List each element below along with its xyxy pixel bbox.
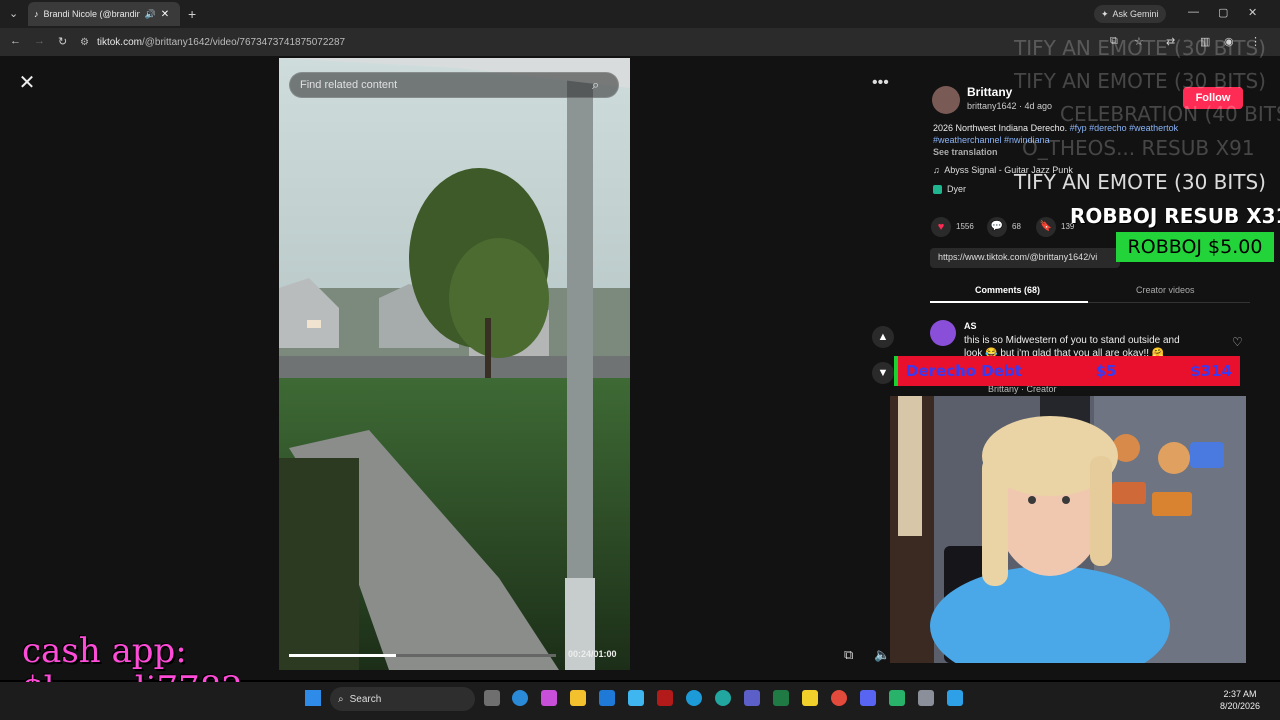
tab-creator-videos[interactable]: Creator videos <box>1136 285 1195 295</box>
clock-date: 8/20/2026 <box>1219 701 1261 711</box>
picture-in-picture-icon[interactable]: ⧉ <box>844 647 853 663</box>
search-placeholder: Find related content <box>300 79 398 91</box>
commenter-avatar[interactable] <box>930 320 956 346</box>
minimize-icon[interactable]: — <box>1188 6 1199 18</box>
bits-donation-badge: ROBBOJ $5.00 <box>1116 232 1274 262</box>
outlook-icon[interactable] <box>599 690 615 706</box>
find-related-search[interactable]: Find related content ⌕ <box>289 72 619 98</box>
taskbar-search[interactable]: ⌕ Search <box>330 687 475 711</box>
edge-browser-icon[interactable] <box>512 690 528 706</box>
url-bar[interactable]: ⚙ tiktok.com/@brittany1642/video/7673473… <box>80 32 1020 52</box>
chrome-icon[interactable] <box>831 690 847 706</box>
webcam-frame <box>890 396 1246 663</box>
search-icon[interactable]: ⌕ <box>592 77 599 93</box>
resub-alert: ROBBOJ RESUB X31 <box>1070 204 1280 228</box>
author-avatar[interactable] <box>932 86 960 114</box>
ask-gemini-button[interactable]: ✦ Ask Gemini <box>1094 5 1166 23</box>
excel-icon[interactable] <box>773 690 789 706</box>
settings-icon[interactable] <box>918 690 934 706</box>
alert-feed-line-5: TIFY AN EMOTE (30 BITS) <box>1014 170 1266 194</box>
back-icon[interactable]: ← <box>10 35 21 47</box>
app-c-icon[interactable] <box>686 690 702 706</box>
next-video-chevron-down-icon[interactable]: ▼ <box>872 362 894 384</box>
more-options-icon[interactable]: ••• <box>872 74 889 92</box>
video-player[interactable] <box>279 58 630 670</box>
alert-feed-line-3: CELEBRATION (40 BITS) <box>1060 102 1280 126</box>
tab-title: Brandi Nicole (@brandinic... <box>43 9 140 19</box>
url-host: tiktok.com <box>96 36 142 48</box>
window-close-icon[interactable]: ✕ <box>1248 6 1257 19</box>
location-label: Dyer <box>947 184 967 194</box>
url-path: /@brittany1642/video/7673473741875072287 <box>141 36 346 48</box>
alert-feed-line-1: TIFY AN EMOTE (30 BITS) <box>1014 36 1266 60</box>
ask-gemini-label: Ask Gemini <box>1112 9 1159 19</box>
bookmark-save-icon[interactable]: 🔖 <box>1036 217 1056 237</box>
copilot-icon[interactable] <box>541 690 557 706</box>
alert-feed-line-4: O_THEOS... RESUB X91 <box>1022 136 1255 160</box>
store-icon[interactable] <box>628 690 644 706</box>
taskbar-clock[interactable]: 2:37 AM 8/20/2026 <box>1208 688 1272 712</box>
comment-text-1: this is so Midwestern of you to stand ou… <box>964 335 1180 346</box>
file-explorer-icon[interactable] <box>570 690 586 706</box>
app-blue-icon[interactable] <box>947 690 963 706</box>
like-heart-icon[interactable]: ♥ <box>931 217 951 237</box>
share-link-field[interactable]: https://www.tiktok.com/@brittany1642/vi <box>930 248 1120 268</box>
clock-time: 2:37 AM <box>1223 689 1257 699</box>
windows-start-icon[interactable] <box>305 690 321 706</box>
site-info-icon[interactable]: ⚙ <box>80 37 89 48</box>
author-handle[interactable]: brittany1642 · 4d ago <box>967 101 1052 111</box>
cashapp-label: cash app: <box>22 631 187 671</box>
browser-tab[interactable]: ♪ Brandi Nicole (@brandinic... 🔊 ✕ <box>28 2 180 26</box>
author-name[interactable]: Brittany <box>967 85 1012 99</box>
comment-like-icon[interactable]: ♡ <box>1232 335 1243 349</box>
tab-list-chevron-icon[interactable]: ⌄ <box>9 7 18 20</box>
app-red-icon[interactable] <box>657 690 673 706</box>
tab-comments[interactable]: Comments (68) <box>975 285 1040 295</box>
see-translation-link[interactable]: See translation <box>933 147 998 157</box>
tab-audio-icon[interactable]: 🔊 <box>145 9 156 20</box>
comments-count: 68 <box>1012 222 1021 231</box>
comment-bubble-icon[interactable]: 💬 <box>987 217 1007 237</box>
video-timecode: 00:24/01:00 <box>568 649 617 659</box>
todo-icon[interactable] <box>802 690 818 706</box>
alert-feed-line-2: TIFY AN EMOTE (30 BITS) <box>1014 69 1266 93</box>
gemini-sparkle-icon: ✦ <box>1101 8 1109 19</box>
volume-icon[interactable]: 🔈 <box>874 647 890 663</box>
previous-video-chevron-up-icon[interactable]: ▲ <box>872 326 894 348</box>
donation-total: $314 <box>1190 362 1232 380</box>
forward-icon[interactable]: → <box>34 35 45 47</box>
likes-count: 1556 <box>956 222 974 231</box>
active-tab-indicator <box>930 301 1088 303</box>
music-note-icon: ♫ <box>933 165 940 175</box>
app-green-icon[interactable] <box>889 690 905 706</box>
teams-icon[interactable] <box>744 690 760 706</box>
taskbar-search-label: Search <box>349 693 382 705</box>
new-tab-icon[interactable]: + <box>188 6 196 22</box>
tab-close-icon[interactable]: ✕ <box>161 9 169 20</box>
video-frame <box>279 58 630 670</box>
close-video-icon[interactable]: ✕ <box>16 72 38 94</box>
app-teal-icon[interactable] <box>715 690 731 706</box>
taskbar-search-icon: ⌕ <box>338 693 344 705</box>
location-pin-icon <box>933 185 942 195</box>
location-row[interactable]: Dyer <box>933 184 967 195</box>
reload-icon[interactable]: ↻ <box>58 35 67 48</box>
commenter-name[interactable]: AS <box>964 321 977 331</box>
discord-icon[interactable] <box>860 690 876 706</box>
caption-text: 2026 Northwest Indiana Derecho. <box>933 123 1068 133</box>
streamer-webcam <box>890 396 1246 663</box>
task-view-icon[interactable] <box>484 690 500 706</box>
donation-goal-name: Derecho Debt <box>906 362 1022 380</box>
donation-goal-bar: Derecho Debt $5 $314 <box>894 356 1240 386</box>
tiktok-favicon-icon: ♪ <box>34 9 39 19</box>
progress-fill <box>289 654 396 657</box>
restore-icon[interactable]: ▢ <box>1218 6 1228 19</box>
donation-amount: $5 <box>1095 362 1117 380</box>
